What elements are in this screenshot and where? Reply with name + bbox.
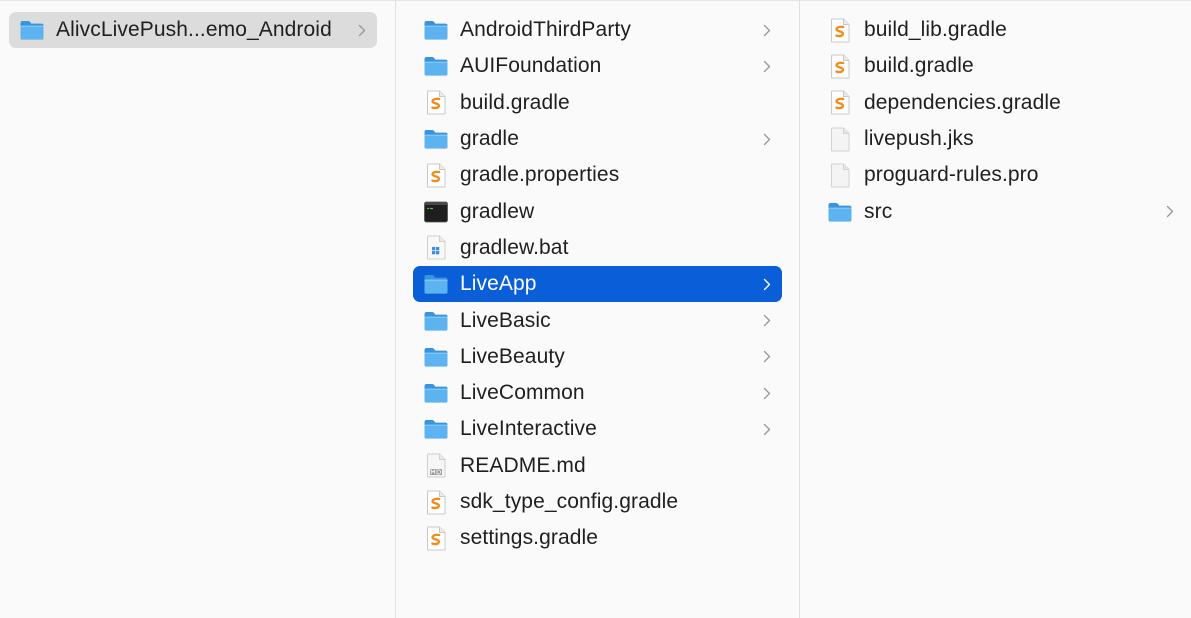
- item-label: proguard-rules.pro: [864, 163, 1039, 187]
- chevron-right-icon: [760, 423, 774, 436]
- finder-column-root[interactable]: AlivcLivePush...emo_Android: [0, 0, 396, 618]
- file-row-readme-md[interactable]: README.md: [413, 448, 782, 484]
- folder-row-src[interactable]: src: [817, 193, 1185, 229]
- column-liveapp-list: build_lib.gradle build.gradle dependencies…: [801, 12, 1191, 230]
- item-label: LiveInteractive: [460, 417, 597, 441]
- item-label: build.gradle: [864, 54, 974, 78]
- file-row-gradlew[interactable]: gradlew: [413, 193, 782, 229]
- folder-icon: [423, 344, 449, 370]
- chevron-right-icon: [355, 24, 369, 37]
- file-row-build-gradle[interactable]: build.gradle: [413, 85, 782, 121]
- item-label: AndroidThirdParty: [460, 18, 631, 42]
- gradle-file-icon: [827, 90, 853, 116]
- finder-column-liveapp[interactable]: build_lib.gradle build.gradle dependencies…: [801, 0, 1191, 618]
- folder-icon: [423, 126, 449, 152]
- item-label: LiveApp: [460, 272, 537, 296]
- item-label: sdk_type_config.gradle: [460, 490, 679, 513]
- chevron-right-icon: [760, 387, 774, 400]
- file-row-gradlew-bat[interactable]: gradlew.bat: [413, 230, 782, 266]
- column-project-list: AndroidThirdParty AUIFoundation build.grad…: [397, 12, 799, 556]
- gradle-file-icon: [423, 90, 449, 116]
- chevron-right-icon: [760, 60, 774, 73]
- folder-row-liveapp[interactable]: LiveApp: [413, 266, 782, 303]
- file-row-gradle-properties[interactable]: gradle.properties: [413, 157, 782, 193]
- file-row-build-gradle[interactable]: build.gradle: [817, 48, 1185, 84]
- file-row-dependencies-gradle[interactable]: dependencies.gradle: [817, 85, 1185, 121]
- markdown-file-icon: [423, 453, 449, 479]
- folder-icon: [423, 17, 449, 43]
- item-label: dependencies.gradle: [864, 90, 1061, 114]
- folder-icon: [423, 308, 449, 334]
- gradle-file-icon: [827, 17, 853, 43]
- item-label: gradlew.bat: [460, 235, 569, 259]
- folder-row-liveinteractive[interactable]: LiveInteractive: [413, 411, 782, 447]
- item-label: LiveBasic: [460, 308, 551, 332]
- item-label: settings.gradle: [460, 526, 599, 550]
- file-row-build-lib-gradle[interactable]: build_lib.gradle: [817, 12, 1185, 48]
- gradle-file-icon: [423, 489, 449, 515]
- blank-file-icon: [827, 162, 853, 188]
- item-label: LiveCommon: [460, 381, 585, 405]
- chevron-right-icon: [760, 314, 774, 327]
- folder-row-livecommon[interactable]: LiveCommon: [413, 375, 782, 411]
- chevron-right-icon: [1163, 205, 1177, 218]
- folder-row-livebasic[interactable]: LiveBasic: [413, 302, 782, 338]
- file-row-proguard-rules-pro[interactable]: proguard-rules.pro: [817, 157, 1185, 193]
- chevron-right-icon: [760, 24, 774, 37]
- folder-icon: [19, 17, 45, 43]
- file-row-sdk-type-config-gradle[interactable]: sdk_type_config.gradle: [413, 484, 782, 520]
- chevron-right-icon: [760, 278, 774, 291]
- column-root-list: AlivcLivePush...emo_Android: [0, 12, 395, 49]
- chevron-right-icon: [760, 133, 774, 146]
- item-label: build_lib.gradle: [864, 18, 1007, 42]
- gradle-file-icon: [827, 53, 853, 79]
- file-row-livepush-jks[interactable]: livepush.jks: [817, 121, 1185, 157]
- folder-row-auifoundation[interactable]: AUIFoundation: [413, 48, 782, 84]
- gradle-file-icon: [423, 162, 449, 188]
- item-label: build.gradle: [460, 90, 570, 114]
- item-label: gradle: [460, 127, 519, 151]
- windows-batch-file-icon: [423, 235, 449, 261]
- folder-row-gradle[interactable]: gradle: [413, 121, 782, 157]
- folder-icon: [423, 271, 449, 297]
- chevron-right-icon: [760, 350, 774, 363]
- item-label: AUIFoundation: [460, 54, 602, 78]
- item-label: AlivcLivePush...emo_Android: [56, 18, 332, 42]
- folder-icon: [423, 416, 449, 442]
- folder-row-androidthirdparty[interactable]: AndroidThirdParty: [413, 12, 782, 48]
- finder-column-project[interactable]: AndroidThirdParty AUIFoundation build.grad…: [397, 0, 800, 618]
- item-label: livepush.jks: [864, 127, 974, 151]
- item-label: LiveBeauty: [460, 344, 565, 368]
- file-row-settings-gradle[interactable]: settings.gradle: [413, 520, 782, 556]
- blank-file-icon: [827, 126, 853, 152]
- folder-row-livebeauty[interactable]: LiveBeauty: [413, 339, 782, 375]
- item-label: src: [864, 199, 893, 223]
- item-label: gradle.properties: [460, 163, 620, 187]
- folder-icon: [423, 53, 449, 79]
- folder-row-alivclivepush-emo-android[interactable]: AlivcLivePush...emo_Android: [9, 12, 377, 49]
- terminal-executable-icon: [423, 199, 449, 225]
- item-label: gradlew: [460, 199, 535, 223]
- gradle-file-icon: [423, 525, 449, 551]
- item-label: README.md: [460, 453, 586, 477]
- folder-icon: [423, 380, 449, 406]
- folder-icon: [827, 199, 853, 225]
